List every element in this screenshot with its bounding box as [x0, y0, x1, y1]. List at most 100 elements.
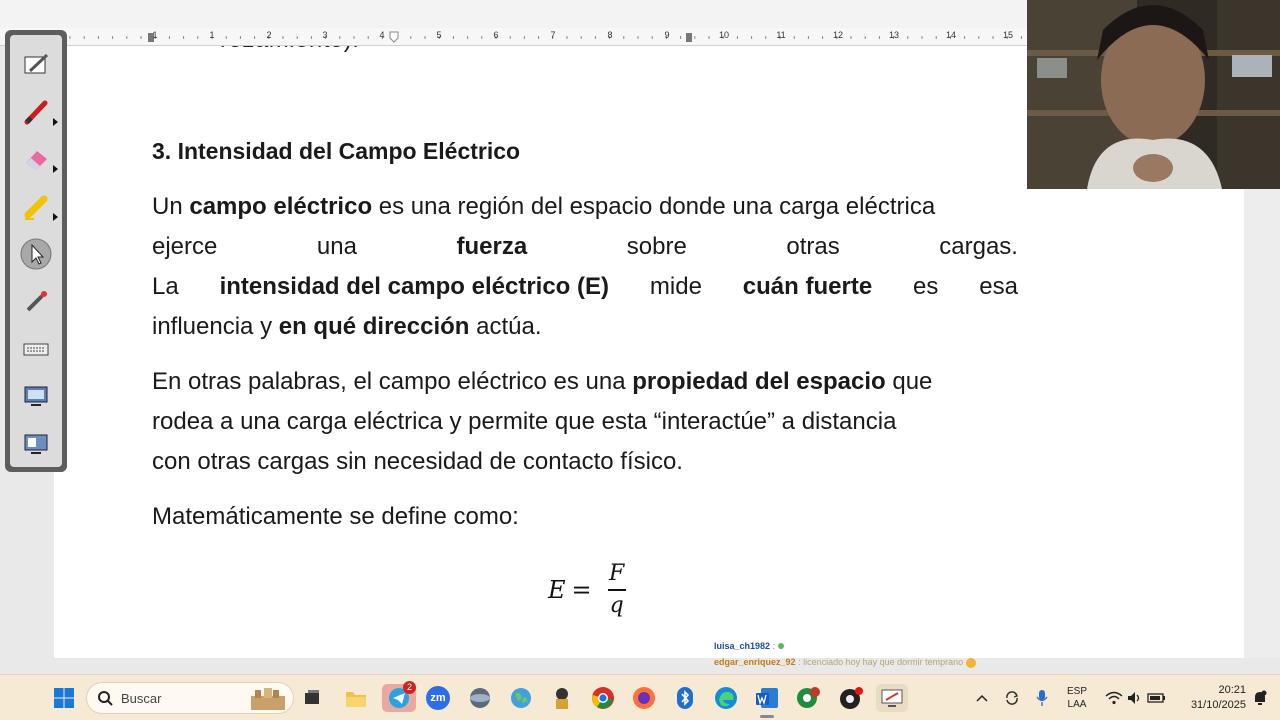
paragraph-otras-palabras: En otras palabras, el campo eléctrico es… — [152, 362, 1018, 482]
sync-icon — [1006, 691, 1019, 705]
windows-taskbar: Buscar 2 zm ESP LAA 20:21 31/10/2025 — [0, 674, 1280, 720]
search-placeholder: Buscar — [121, 691, 162, 706]
battery-tray-button[interactable] — [1143, 684, 1171, 712]
formula-lhs: E — [548, 576, 566, 604]
word: mide — [649, 273, 702, 300]
chat-message-text: : licenciado hoy hay que dormir temprano — [798, 657, 964, 667]
chrome-profile-button[interactable] — [795, 684, 823, 712]
firefox-button[interactable] — [630, 684, 658, 712]
search-icon — [98, 691, 113, 706]
highlighter-tool-button[interactable] — [20, 191, 58, 223]
on-screen-keyboard-button[interactable] — [20, 333, 52, 365]
app-button-globe[interactable] — [466, 684, 494, 712]
chrome-button[interactable] — [589, 684, 617, 712]
screen-capture-button[interactable] — [20, 380, 52, 412]
annotate-screen-icon — [881, 689, 903, 707]
bold-text-run: cuán fuerte — [742, 273, 873, 300]
app-button-character[interactable] — [548, 684, 576, 712]
ruler-number: 7 — [550, 30, 556, 40]
bold-word: fuerza — [456, 233, 528, 260]
language-indicator[interactable]: ESP LAA — [1062, 685, 1092, 711]
microphone-tray-button[interactable] — [1028, 684, 1056, 712]
task-view-button[interactable] — [298, 684, 326, 712]
text-run: Un — [152, 193, 190, 220]
whiteboard-tool-button[interactable] — [20, 49, 52, 81]
zoom-icon: zm — [426, 686, 450, 710]
text-line: ejerce una fuerza sobre otras cargas. — [152, 227, 1018, 267]
partial-text-line: rozamiento). — [220, 46, 359, 54]
word: sobre — [626, 233, 687, 260]
start-button[interactable] — [50, 684, 78, 712]
bluetooth-button[interactable] — [671, 684, 699, 712]
eraser-icon — [26, 151, 47, 170]
edge-icon — [715, 687, 737, 709]
ruler-number: 6 — [493, 30, 499, 40]
language-code: ESP — [1066, 686, 1087, 697]
word: otras — [786, 233, 840, 260]
text-run: actúa. — [469, 313, 542, 340]
notification-bell-icon — [1255, 690, 1267, 705]
ruler-number: 2 — [266, 30, 272, 40]
bold-text-run: intensidad del campo eléctrico (E) — [219, 273, 610, 300]
ruler-indent-marker — [389, 31, 399, 43]
ruler-number: 4 — [379, 30, 385, 40]
laser-pointer-button[interactable] — [20, 285, 52, 317]
annotation-app-button[interactable] — [876, 684, 908, 712]
clock-date: 31/10/2025 — [1190, 699, 1246, 711]
app-button-map[interactable] — [507, 684, 535, 712]
windows-logo-icon — [54, 688, 74, 708]
clock-time: 20:21 — [1218, 684, 1246, 696]
ruler-number: 8 — [607, 30, 613, 40]
submenu-arrow-icon — [53, 213, 58, 221]
recorder-button[interactable] — [837, 684, 865, 712]
notifications-button[interactable] — [1246, 684, 1274, 712]
word: es — [913, 273, 939, 300]
ruler-number: 1 — [152, 30, 158, 40]
globe-app-icon — [470, 688, 490, 708]
chat-separator: : — [772, 641, 776, 651]
ruler-number: 15 — [1002, 30, 1014, 40]
taskbar-clock[interactable]: 20:21 31/10/2025 — [1176, 683, 1246, 713]
formula-numerator: F — [609, 561, 625, 587]
keyboard-layout-code: LAA — [1067, 699, 1087, 710]
zoom-button[interactable]: zm — [424, 684, 452, 712]
ruler-number: 9 — [664, 30, 670, 40]
eraser-tool-button[interactable] — [20, 143, 58, 175]
submenu-arrow-icon — [53, 118, 58, 126]
file-explorer-button[interactable] — [342, 684, 370, 712]
microphone-icon — [1036, 690, 1048, 706]
highlighter-icon — [24, 195, 48, 220]
emoji-icon — [965, 657, 976, 668]
text-run: influencia y — [152, 313, 279, 340]
pen-tool-button[interactable] — [20, 96, 58, 128]
cursor-arrow-icon — [20, 238, 52, 270]
keyboard-icon — [23, 343, 49, 356]
webcam-video-feed — [1027, 0, 1280, 189]
bold-text-run: en qué dirección — [278, 313, 470, 340]
red-pen-icon — [24, 100, 48, 125]
ruler-number: 11 — [776, 30, 786, 40]
sync-tray-button[interactable] — [998, 684, 1026, 712]
chrome-profile-icon — [797, 687, 820, 708]
ruler-number: 14 — [945, 30, 957, 40]
display-settings-button[interactable] — [20, 428, 52, 460]
taskbar-search-box[interactable]: Buscar — [86, 682, 294, 714]
word-button[interactable] — [753, 684, 781, 718]
edge-button[interactable] — [712, 684, 740, 712]
ruler-number: 1 — [209, 30, 215, 40]
annotation-toolbar — [5, 30, 67, 472]
word: ejerce — [152, 233, 218, 260]
text-run: es una región del espacio donde una carg… — [372, 193, 936, 220]
telegram-button[interactable]: 2 — [382, 681, 416, 712]
speaker-icon — [1128, 692, 1140, 704]
text-line: influencia y en qué dirección actúa. — [152, 307, 1018, 347]
select-tool-button[interactable] — [20, 238, 52, 270]
notification-badge: 2 — [403, 681, 416, 694]
text-line: La intensidad del campo eléctrico (E) mi… — [152, 267, 1018, 307]
show-hidden-icons-button[interactable] — [968, 684, 996, 712]
formula-e-equals-f-over-q: E = F q — [548, 552, 626, 628]
green-dot-icon — [777, 643, 784, 649]
section-heading: 3. Intensidad del Campo Eléctrico — [152, 138, 521, 164]
paragraph-campo-electrico: Un campo eléctrico es una región del esp… — [152, 187, 1018, 347]
monitor-icon — [24, 434, 48, 454]
